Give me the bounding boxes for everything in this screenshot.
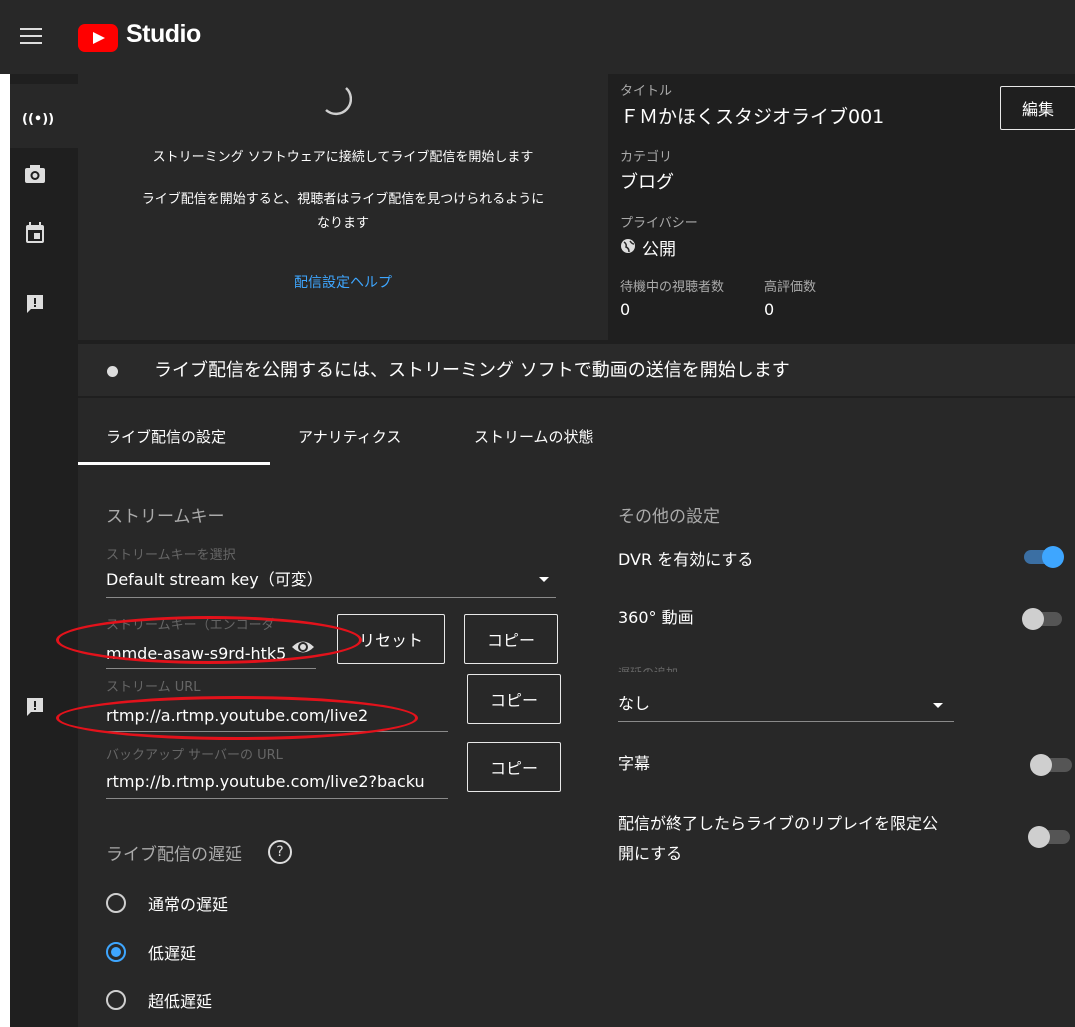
edit-button[interactable]: 編集 [1000,86,1075,130]
annotation-ellipse-stream-url [56,696,418,740]
active-tab-indicator [78,462,270,465]
title-label: タイトル [620,84,673,99]
category-label: カテゴリ [620,150,673,165]
tab-stream-health[interactable]: ストリームの状態 [474,426,594,447]
delay-underline [618,721,954,722]
subtitles-label: 字幕 [618,754,651,773]
loading-spinner-icon [325,87,352,116]
stream-url-label: ストリーム URL [106,680,201,695]
calendar-icon[interactable] [25,222,45,244]
annotation-ellipse-stream-key [56,616,362,664]
app-title: Studio [126,20,201,48]
latency-option-normal: 通常の遅延 [148,895,229,914]
delay-value[interactable]: なし [618,690,650,714]
backup-url-value[interactable]: rtmp://b.rtmp.youtube.com/live2?backu [106,772,450,791]
globe-icon [621,239,635,253]
stream-key-select-label: ストリームキーを選択 [106,548,236,563]
backup-underline [106,798,448,799]
hamburger-menu-icon[interactable] [20,28,42,49]
stream-key-heading: ストリームキー [106,507,225,527]
radio-normal-latency[interactable] [106,893,126,913]
visibility-note-line1: ライブ配信を開始すると、視聴者はライブ配信を見つけられるように [141,192,545,207]
dropdown-arrow-icon[interactable] [538,576,550,584]
visibility-note-line2: なります [316,216,369,231]
copy-url-button[interactable]: コピー [467,674,561,724]
360-video-label: 360° 動画 [618,608,694,627]
latency-option-ultra-low: 超低遅延 [148,992,213,1011]
camera-icon[interactable] [24,164,46,184]
broadcast-icon[interactable]: ((•)) [22,112,54,127]
select-underline [106,597,556,598]
delay-label: 遅延の追加 [618,664,678,672]
radio-ultra-low-latency[interactable] [106,990,126,1010]
waiting-viewers-label: 待機中の視聴者数 [620,280,725,295]
privacy-label: プライバシー [620,216,698,231]
delay-dropdown-arrow-icon[interactable] [932,702,944,710]
feedback-icon[interactable] [25,294,45,314]
tab-stream-settings[interactable]: ライブ配信の設定 [106,426,226,447]
dvr-toggle-knob[interactable] [1042,546,1064,568]
backup-url-label: バックアップ サーバーの URL [106,748,283,763]
stream-key-select-value[interactable]: Default stream key（可変） [106,566,323,590]
radio-selected-dot [111,947,121,957]
connect-instruction: ストリーミング ソフトウェアに接続してライブ配信を開始します [152,150,534,165]
waiting-viewers-value: 0 [620,300,631,319]
dvr-label: DVR を有効にする [618,550,754,569]
stream-title: ＦＭかほくスタジオライブ001 [620,106,885,128]
replay-label-line2: 開にする [618,844,683,863]
status-dot-icon [107,366,118,377]
radio-low-latency[interactable] [106,942,126,962]
tab-analytics[interactable]: アナリティクス [298,426,401,447]
encoder-underline [106,668,316,669]
category-value: ブログ [620,172,674,193]
latency-heading: ライブ配信の遅延 [106,845,242,865]
help-icon[interactable]: ? [268,840,292,864]
latency-option-low: 低遅延 [148,944,197,963]
replay-label-line1: 配信が終了したらライブのリプレイを限定公 [618,814,939,833]
replay-toggle-knob[interactable] [1028,826,1050,848]
privacy-value: 公開 [642,240,676,260]
360-video-toggle-knob[interactable] [1022,608,1044,630]
splice-margin [0,668,10,1027]
status-message: ライブ配信を公開するには、ストリーミング ソフトで動画の送信を開始します [154,360,790,381]
other-settings-heading: その他の設定 [618,507,720,527]
likes-label: 高評価数 [764,280,817,295]
copy-key-button[interactable]: コピー [464,614,558,664]
copy-backup-button[interactable]: コピー [467,742,561,792]
likes-value: 0 [764,300,775,319]
youtube-logo-icon[interactable] [78,24,118,52]
subtitles-toggle-knob[interactable] [1030,754,1052,776]
help-link[interactable]: 配信設定ヘルプ [78,272,608,292]
feedback-icon-lower[interactable] [25,697,45,717]
